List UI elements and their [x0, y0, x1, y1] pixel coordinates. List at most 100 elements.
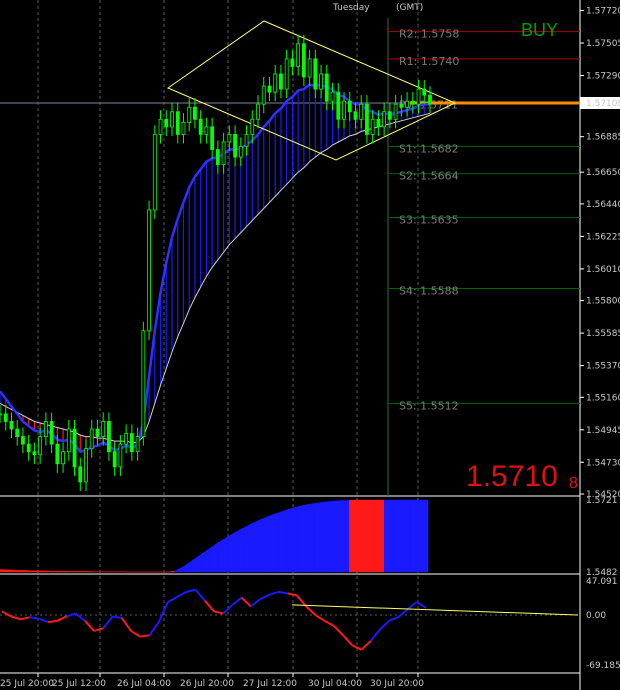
candle-body — [233, 134, 237, 158]
forex-chart: R2: 1.5758R1: 1.5740PV: 1.5711S1: 1.5682… — [0, 0, 620, 690]
candle-body — [84, 448, 88, 483]
price-tick-label: 1.56885 — [586, 133, 620, 143]
candle-body — [273, 73, 278, 93]
price-tick-label: 1.56225 — [586, 232, 620, 242]
histogram-segment — [296, 504, 306, 573]
oscillator-axis-label: 0.00 — [586, 611, 606, 621]
osc-segment — [66, 612, 77, 618]
header-day: Tuesday — [332, 3, 370, 13]
ma-fast-line — [0, 83, 430, 454]
price-tick-label: 1.56650 — [586, 168, 620, 178]
candle-body — [393, 103, 398, 120]
candle-body — [405, 100, 409, 108]
candle-body — [347, 100, 352, 113]
candle-body — [38, 436, 43, 456]
osc-segment — [240, 596, 252, 608]
osc-segment — [93, 627, 104, 632]
histogram-segment — [314, 501, 324, 573]
price-tick-label: 1.57290 — [586, 71, 620, 81]
candle-body — [72, 428, 77, 468]
candle-body — [387, 111, 392, 120]
price-tick-label: 1.56440 — [586, 200, 620, 210]
histogram-segment — [349, 499, 359, 573]
histogram-segment — [235, 527, 245, 573]
osc-segment — [397, 608, 409, 618]
candle-body — [15, 428, 20, 437]
candle-body — [410, 100, 415, 105]
candle-body — [49, 421, 54, 445]
candle-body — [324, 73, 329, 102]
price-tick-label: 1.54945 — [586, 426, 620, 436]
candle-body — [112, 451, 117, 468]
osc-segment — [342, 634, 353, 647]
histogram-segment — [8, 569, 18, 573]
trend-histogram — [0, 499, 429, 573]
candle-body — [89, 428, 94, 450]
candle-body — [147, 209, 151, 332]
candle-body — [158, 118, 163, 135]
current-price-tag-label: 1.57108 — [586, 99, 620, 109]
histogram-segment — [17, 569, 27, 573]
candle-body — [267, 85, 272, 93]
candle-body — [353, 111, 358, 120]
candle-body — [342, 100, 346, 120]
osc-segment — [204, 599, 215, 613]
time-axis: 25 Jul 20:0025 Jul 12:00 26 Jul 04:00 26 J… — [0, 673, 424, 689]
osc-segment — [29, 616, 40, 620]
candle-body — [107, 421, 111, 453]
candle-body — [244, 134, 249, 147]
histogram-segment — [69, 571, 79, 573]
time-tick-label: 30 Jul 20:00 — [370, 679, 424, 689]
candle-body — [198, 118, 203, 135]
candle-body — [221, 141, 226, 166]
candle-body — [26, 443, 31, 453]
osc-segment — [269, 590, 279, 596]
osc-segment — [388, 616, 399, 622]
osc-segment — [324, 619, 335, 627]
osc-segment — [333, 625, 344, 636]
histogram-segment — [410, 499, 420, 573]
osc-segment — [213, 610, 224, 615]
histogram-segment — [60, 570, 71, 573]
oscillator-axis-label: -69.1859 — [586, 661, 620, 671]
oscillator — [0, 588, 580, 651]
candle-body — [296, 43, 301, 67]
pivot-levels: R2: 1.5758R1: 1.5740PV: 1.5711S1: 1.5682… — [0, 18, 580, 496]
candle-body — [181, 121, 186, 135]
histogram-segment — [340, 500, 350, 573]
candle-body — [118, 443, 123, 468]
osc-segment — [287, 592, 298, 597]
level-label-r2: R2: 1.5758 — [399, 28, 459, 41]
histogram-segment — [165, 570, 175, 573]
osc-segment — [47, 619, 58, 624]
level-label-s3: S3: 1.5635 — [399, 214, 459, 227]
candle-body — [204, 126, 209, 135]
osc-segment — [20, 616, 30, 621]
osc-segment — [148, 621, 160, 636]
candle-body — [55, 443, 60, 465]
histogram-segment — [270, 512, 280, 573]
candle-body — [32, 451, 37, 456]
histogram-segment — [174, 566, 184, 573]
candle-body — [66, 428, 71, 453]
histogram-segment — [261, 514, 272, 573]
osc-segment — [369, 628, 381, 642]
histogram-segment — [34, 570, 44, 573]
candle-body — [152, 134, 157, 211]
osc-segment — [176, 591, 187, 598]
histogram-segment — [183, 560, 193, 573]
osc-segment — [130, 630, 141, 638]
histogram-segment — [244, 522, 254, 573]
candle-body — [256, 103, 260, 120]
candle-body — [43, 421, 48, 437]
histogram-segment — [279, 508, 289, 573]
candle-body — [250, 118, 255, 135]
price-axis: 1.57720 1.57505 1.57290 1.57108 1.56885 1.566… — [580, 7, 620, 671]
candle-body — [279, 73, 283, 90]
osc-segment — [112, 615, 122, 619]
histogram-segment — [357, 499, 368, 573]
candle-body — [0, 413, 2, 416]
osc-segment — [250, 598, 261, 608]
candle-body — [164, 118, 169, 128]
candle-body — [95, 428, 100, 437]
